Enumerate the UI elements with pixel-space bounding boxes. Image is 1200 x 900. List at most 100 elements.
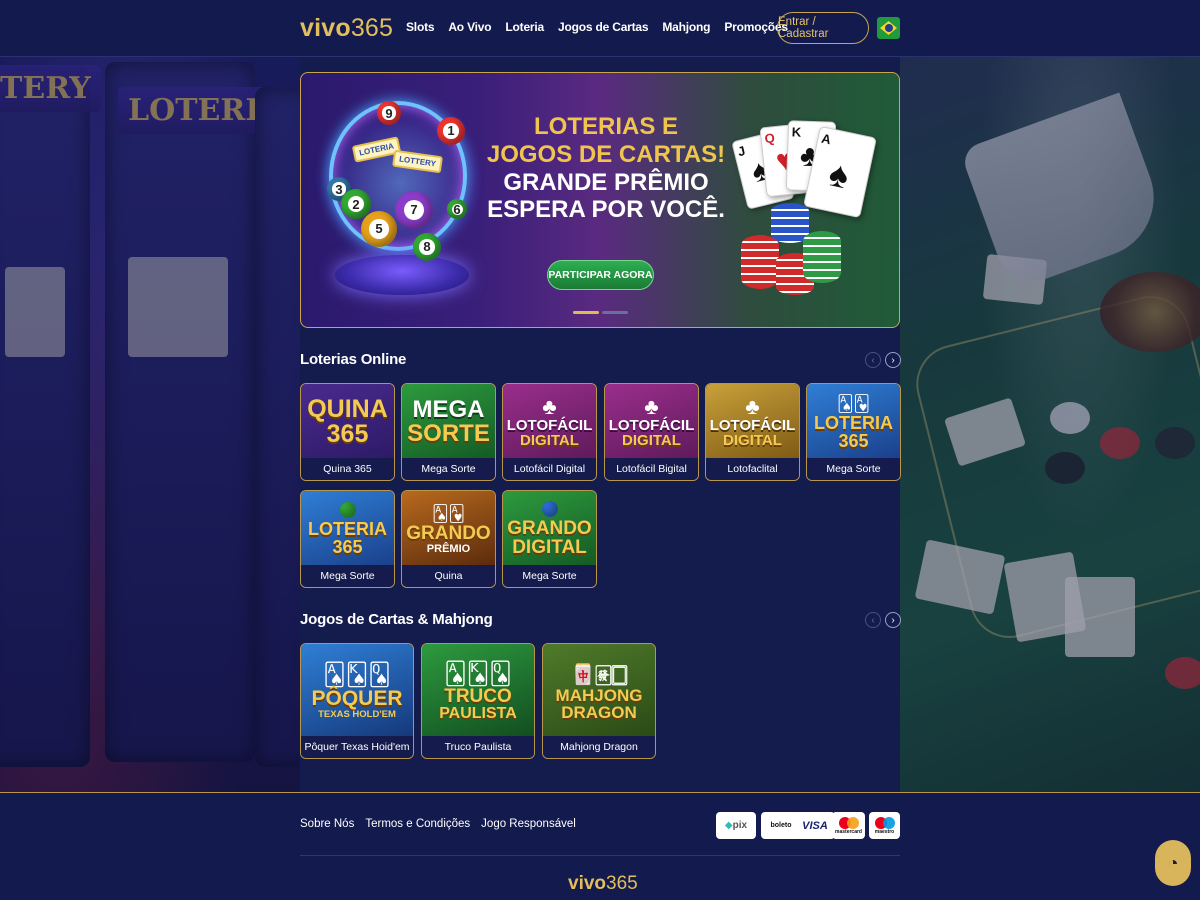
game-tile-mega-sorte[interactable]: MEGA SORTE Mega Sorte xyxy=(401,383,496,481)
lottery-ball-icon xyxy=(541,501,558,517)
lottery-ball-icon: 7 xyxy=(395,191,433,229)
chat-icon[interactable]: ◔ xyxy=(1155,840,1191,886)
footer-logo[interactable]: vivo365 xyxy=(568,873,638,895)
lottery-ball-icon: 6 xyxy=(447,199,467,219)
tile-caption: Mega Sorte xyxy=(301,565,394,587)
nav-slots[interactable]: Slots xyxy=(406,20,435,34)
cards-carousel-arrows: ‹ › xyxy=(865,612,901,628)
footer-links: Sobre Nós Termos e Condições Jogo Respon… xyxy=(300,818,576,830)
pedestal xyxy=(335,255,469,295)
tile-art-title: TRUCO xyxy=(444,685,512,707)
tile-caption: Quina 365 xyxy=(301,458,394,480)
mahjong-tiles-icon: 🀄🀅🀆 xyxy=(570,663,628,686)
chevron-left-icon[interactable]: ‹ xyxy=(865,612,881,628)
tile-art-title: PÔQUER xyxy=(311,687,403,710)
tile-art-sub: DIGITAL xyxy=(723,432,782,449)
footer-link-sobre-nos[interactable]: Sobre Nós xyxy=(300,818,354,830)
tile-art-sub: 365 xyxy=(326,420,369,448)
game-tile-loteria-365[interactable]: 🂡🂱 LOTERIA 365 Mega Sorte xyxy=(806,383,901,481)
section-title-lotteries: Loterias Online xyxy=(300,351,407,368)
game-tile-loteria-365-b[interactable]: LOTERIA 365 Mega Sorte xyxy=(300,490,395,588)
banner-headline: LOTERIAS E JOGOS DE CARTAS! GRANDE PRÊMI… xyxy=(481,113,731,224)
tile-art-title: LOTOFÁCIL xyxy=(506,417,593,434)
lottery-ball-icon: 1 xyxy=(437,117,465,145)
nav-mahjong[interactable]: Mahjong xyxy=(662,20,710,34)
chip-stack-icon xyxy=(803,231,841,283)
tile-caption: Lotofácil Bigital xyxy=(605,458,698,480)
lottery-ball-icon: 8 xyxy=(413,233,441,261)
brazil-flag-icon[interactable] xyxy=(877,17,900,39)
game-tile-lotofacil-bigital[interactable]: ♣ LOTOFÁCIL DIGITAL Lotofácil Bigital xyxy=(604,383,699,481)
game-tile-poquer-texas-holdem[interactable]: 🂡🂮🂭 PÔQUER TEXAS HOLD'EM Pôquer Texas Ho… xyxy=(300,643,414,759)
tile-art-sub: SORTE xyxy=(407,420,490,447)
nav-ao-vivo[interactable]: Ao Vivo xyxy=(448,20,491,34)
banner-line-2: JOGOS DE CARTAS! xyxy=(486,140,726,168)
game-tile-lotofacil-digital[interactable]: ♣ LOTOFÁCIL DIGITAL Lotofácil Digital xyxy=(502,383,597,481)
footer: Sobre Nós Termos e Condições Jogo Respon… xyxy=(0,792,1200,900)
chevron-right-icon[interactable]: › xyxy=(885,612,901,628)
chevron-left-icon[interactable]: ‹ xyxy=(865,352,881,368)
tile-art-sub: 365 xyxy=(838,431,869,451)
logo-text: vivo xyxy=(300,14,351,42)
cards-icon: 🂡🂮🂭 xyxy=(444,660,512,686)
tile-art-sub: DRAGON xyxy=(561,702,637,722)
chevron-right-icon[interactable]: › xyxy=(885,352,901,368)
tile-art-sub: TEXAS HOLD'EM xyxy=(318,709,396,720)
banner-line-1: LOTERIAS E xyxy=(533,113,678,140)
mastercard-icon: mastercard xyxy=(832,812,865,839)
clover-icon: ♣ xyxy=(745,394,760,419)
tile-caption: Mega Sorte xyxy=(402,458,495,480)
carousel-dot-1[interactable] xyxy=(573,311,599,314)
lottery-ball-icon: 9 xyxy=(377,101,401,125)
tile-caption: Pôquer Texas Hoid'em xyxy=(301,736,413,758)
game-tile-lotofaclital[interactable]: ♣ LOTOFÁCIL DIGITAL Lotofaclital xyxy=(705,383,800,481)
top-header: vivo365 Slots Ao Vivo Loteria Jogos de C… xyxy=(0,0,1200,57)
carousel-dot-2[interactable] xyxy=(602,311,628,314)
lottery-ball-icon xyxy=(339,502,356,518)
tile-art-title: LOTERIA xyxy=(814,413,893,433)
tile-art-title: LOTOFÁCIL xyxy=(608,417,695,434)
game-tile-quina-365[interactable]: QUINA 365 Quina 365 xyxy=(300,383,395,481)
tile-caption: Quina xyxy=(402,565,495,587)
clover-icon: ♣ xyxy=(542,394,557,419)
cards-icon: 🂡🂱 xyxy=(837,396,870,413)
tile-art-sub: DIGITAL xyxy=(622,432,681,449)
game-tile-truco-paulista[interactable]: 🂡🂮🂭 TRUCO PAULISTA Truco Paulista xyxy=(421,643,535,759)
visa-icon: VISA xyxy=(795,812,835,839)
login-register-button[interactable]: Entrar / Cadastrar xyxy=(777,12,869,44)
participar-agora-button[interactable]: PARTICIPAR AGORA xyxy=(547,260,654,290)
cards-icon: 🂡🂱 xyxy=(432,505,465,523)
logo-number: 365 xyxy=(350,14,394,42)
pix-icon: ◆ pix xyxy=(716,812,756,839)
game-tile-grando-premio[interactable]: 🂡🂱 GRANDO PRÊMIO Quina xyxy=(401,490,496,588)
tile-art-sub: PAULISTA xyxy=(439,704,517,722)
lottery-ball-icon: 5 xyxy=(361,211,397,247)
nav-loteria[interactable]: Loteria xyxy=(505,20,544,34)
tile-art-sub: DIGITAL xyxy=(520,432,579,449)
footer-link-jogo-responsavel[interactable]: Jogo Responsável xyxy=(481,818,576,830)
footer-divider xyxy=(300,855,900,856)
maestro-icon: maestro xyxy=(869,812,900,839)
tile-caption: Lotofácil Digital xyxy=(503,458,596,480)
tile-art-title: GRANDO xyxy=(507,518,592,539)
tile-art-sub: DIGITAL xyxy=(512,537,587,558)
tile-caption: Mahjong Dragon xyxy=(543,736,655,758)
section-title-cards: Jogos de Cartas & Mahjong xyxy=(300,611,493,628)
banner-line-3: GRANDE PRÊMIO xyxy=(503,168,709,196)
game-tile-mahjong-dragon[interactable]: 🀄🀅🀆 MAHJONG DRAGON Mahjong Dragon xyxy=(542,643,656,759)
clover-icon: ♣ xyxy=(644,394,659,419)
lotteries-carousel-arrows: ‹ › xyxy=(865,352,901,368)
tile-art-title: QUINA xyxy=(307,395,388,423)
tile-art-title: GRANDO xyxy=(406,522,491,544)
tile-art-sub: 365 xyxy=(332,537,363,557)
game-tile-grando-digital[interactable]: GRANDO DIGITAL Mega Sorte xyxy=(502,490,597,588)
tile-art-title: LOTOFÁCIL xyxy=(709,417,796,434)
footer-link-termos[interactable]: Termos e Condições xyxy=(365,818,470,830)
nav-jogos-de-cartas[interactable]: Jogos de Cartas xyxy=(558,20,649,34)
logo[interactable]: vivo365 xyxy=(300,14,393,43)
tile-caption: Mega Sorte xyxy=(503,565,596,587)
hero-banner[interactable]: LOTERIA LOTTERY 9 1 3 2 5 7 8 6 LOTERIAS… xyxy=(300,72,900,328)
banner-line-4: ESPERA POR VOCÊ. xyxy=(487,196,725,224)
tile-art-title: MEGA xyxy=(412,396,485,423)
carousel-dots xyxy=(573,311,628,314)
